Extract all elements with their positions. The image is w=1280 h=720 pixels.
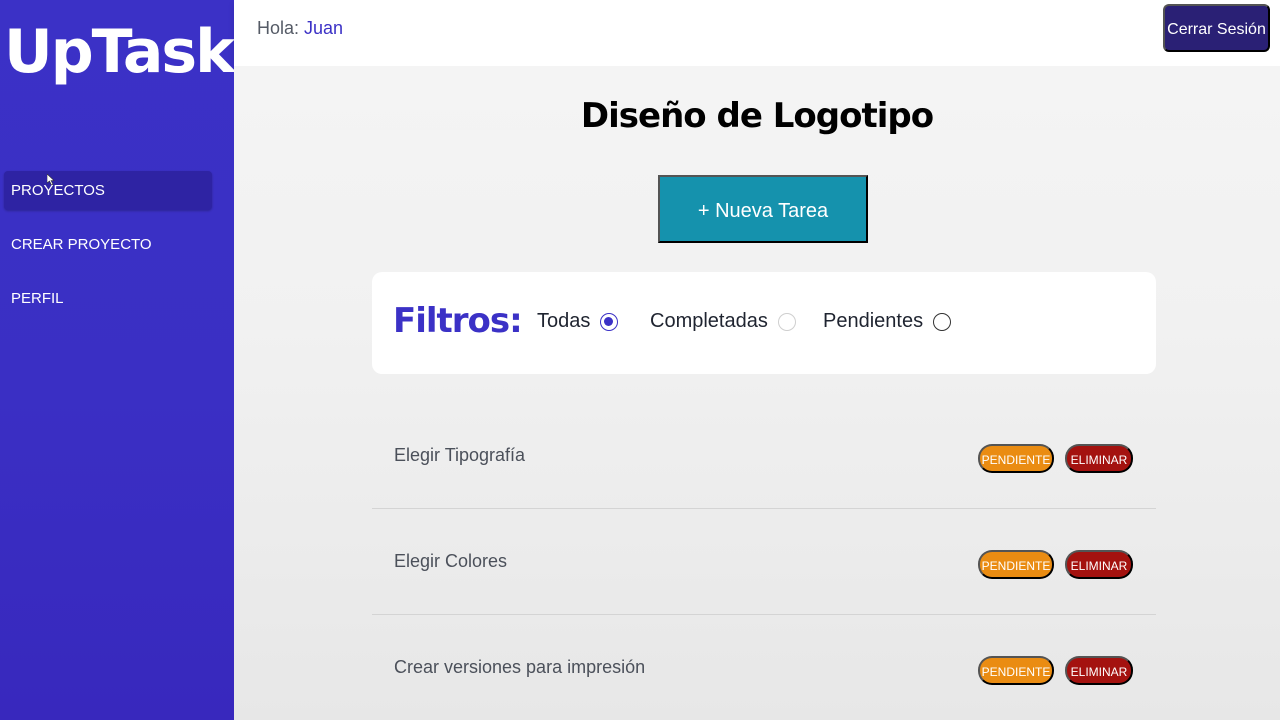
task-name: Elegir Colores bbox=[394, 551, 508, 571]
delete-task-button[interactable]: ELIMINAR bbox=[1065, 444, 1133, 473]
delete-task-button[interactable]: ELIMINAR bbox=[1065, 550, 1133, 579]
radio-unchecked-icon[interactable] bbox=[933, 312, 952, 331]
filters-title: Filtros: bbox=[393, 301, 523, 341]
task-row: Elegir Tipografía PENDIENTE ELIMINAR bbox=[372, 403, 1156, 509]
pending-status-button[interactable]: PENDIENTE bbox=[978, 444, 1054, 473]
filters-panel: Filtros: Todas Completadas Pendientes bbox=[372, 272, 1156, 374]
logout-button[interactable]: Cerrar Sesión bbox=[1163, 4, 1270, 52]
top-bar: Hola: Juan Cerrar Sesión bbox=[234, 0, 1280, 66]
pending-status-button[interactable]: PENDIENTE bbox=[978, 550, 1054, 579]
radio-unchecked-icon[interactable] bbox=[777, 312, 796, 331]
page-title: Diseño de Logotipo bbox=[580, 96, 934, 136]
user-name: Juan bbox=[304, 18, 344, 38]
task-row: Crear versiones para impresión PENDIENTE… bbox=[372, 615, 1156, 720]
mouse-pointer-icon bbox=[47, 174, 55, 185]
new-task-button[interactable]: + Nueva Tarea bbox=[658, 175, 868, 243]
main-content: Diseño de Logotipo + Nueva Tarea Filtros… bbox=[234, 66, 1280, 720]
filter-todas[interactable]: Todas bbox=[537, 310, 619, 333]
brand-logo: UpTask bbox=[4, 17, 235, 87]
pending-status-button[interactable]: PENDIENTE bbox=[978, 656, 1054, 685]
task-name: Crear versiones para impresión bbox=[394, 657, 646, 677]
task-name: Elegir Tipografía bbox=[394, 445, 526, 465]
sidebar: UpTask PROYECTOS CREAR PROYECTO PERFIL bbox=[0, 0, 235, 720]
sidebar-item-crear-proyecto[interactable]: CREAR PROYECTO bbox=[4, 225, 212, 264]
sidebar-item-perfil[interactable]: PERFIL bbox=[4, 279, 212, 318]
filter-completadas[interactable]: Completadas bbox=[650, 310, 796, 333]
filter-pendientes[interactable]: Pendientes bbox=[823, 310, 952, 333]
sidebar-item-proyectos[interactable]: PROYECTOS bbox=[4, 171, 212, 210]
greeting-prefix: Hola: bbox=[257, 18, 305, 38]
radio-checked-icon[interactable] bbox=[600, 312, 619, 331]
sidebar-nav: PROYECTOS CREAR PROYECTO PERFIL bbox=[4, 171, 212, 333]
filter-label: Completadas bbox=[650, 310, 768, 332]
task-row: Elegir Colores PENDIENTE ELIMINAR bbox=[372, 509, 1156, 615]
delete-task-button[interactable]: ELIMINAR bbox=[1065, 656, 1133, 685]
greeting: Hola: Juan bbox=[257, 18, 343, 39]
filter-label: Pendientes bbox=[823, 310, 924, 332]
filter-label: Todas bbox=[537, 310, 591, 332]
